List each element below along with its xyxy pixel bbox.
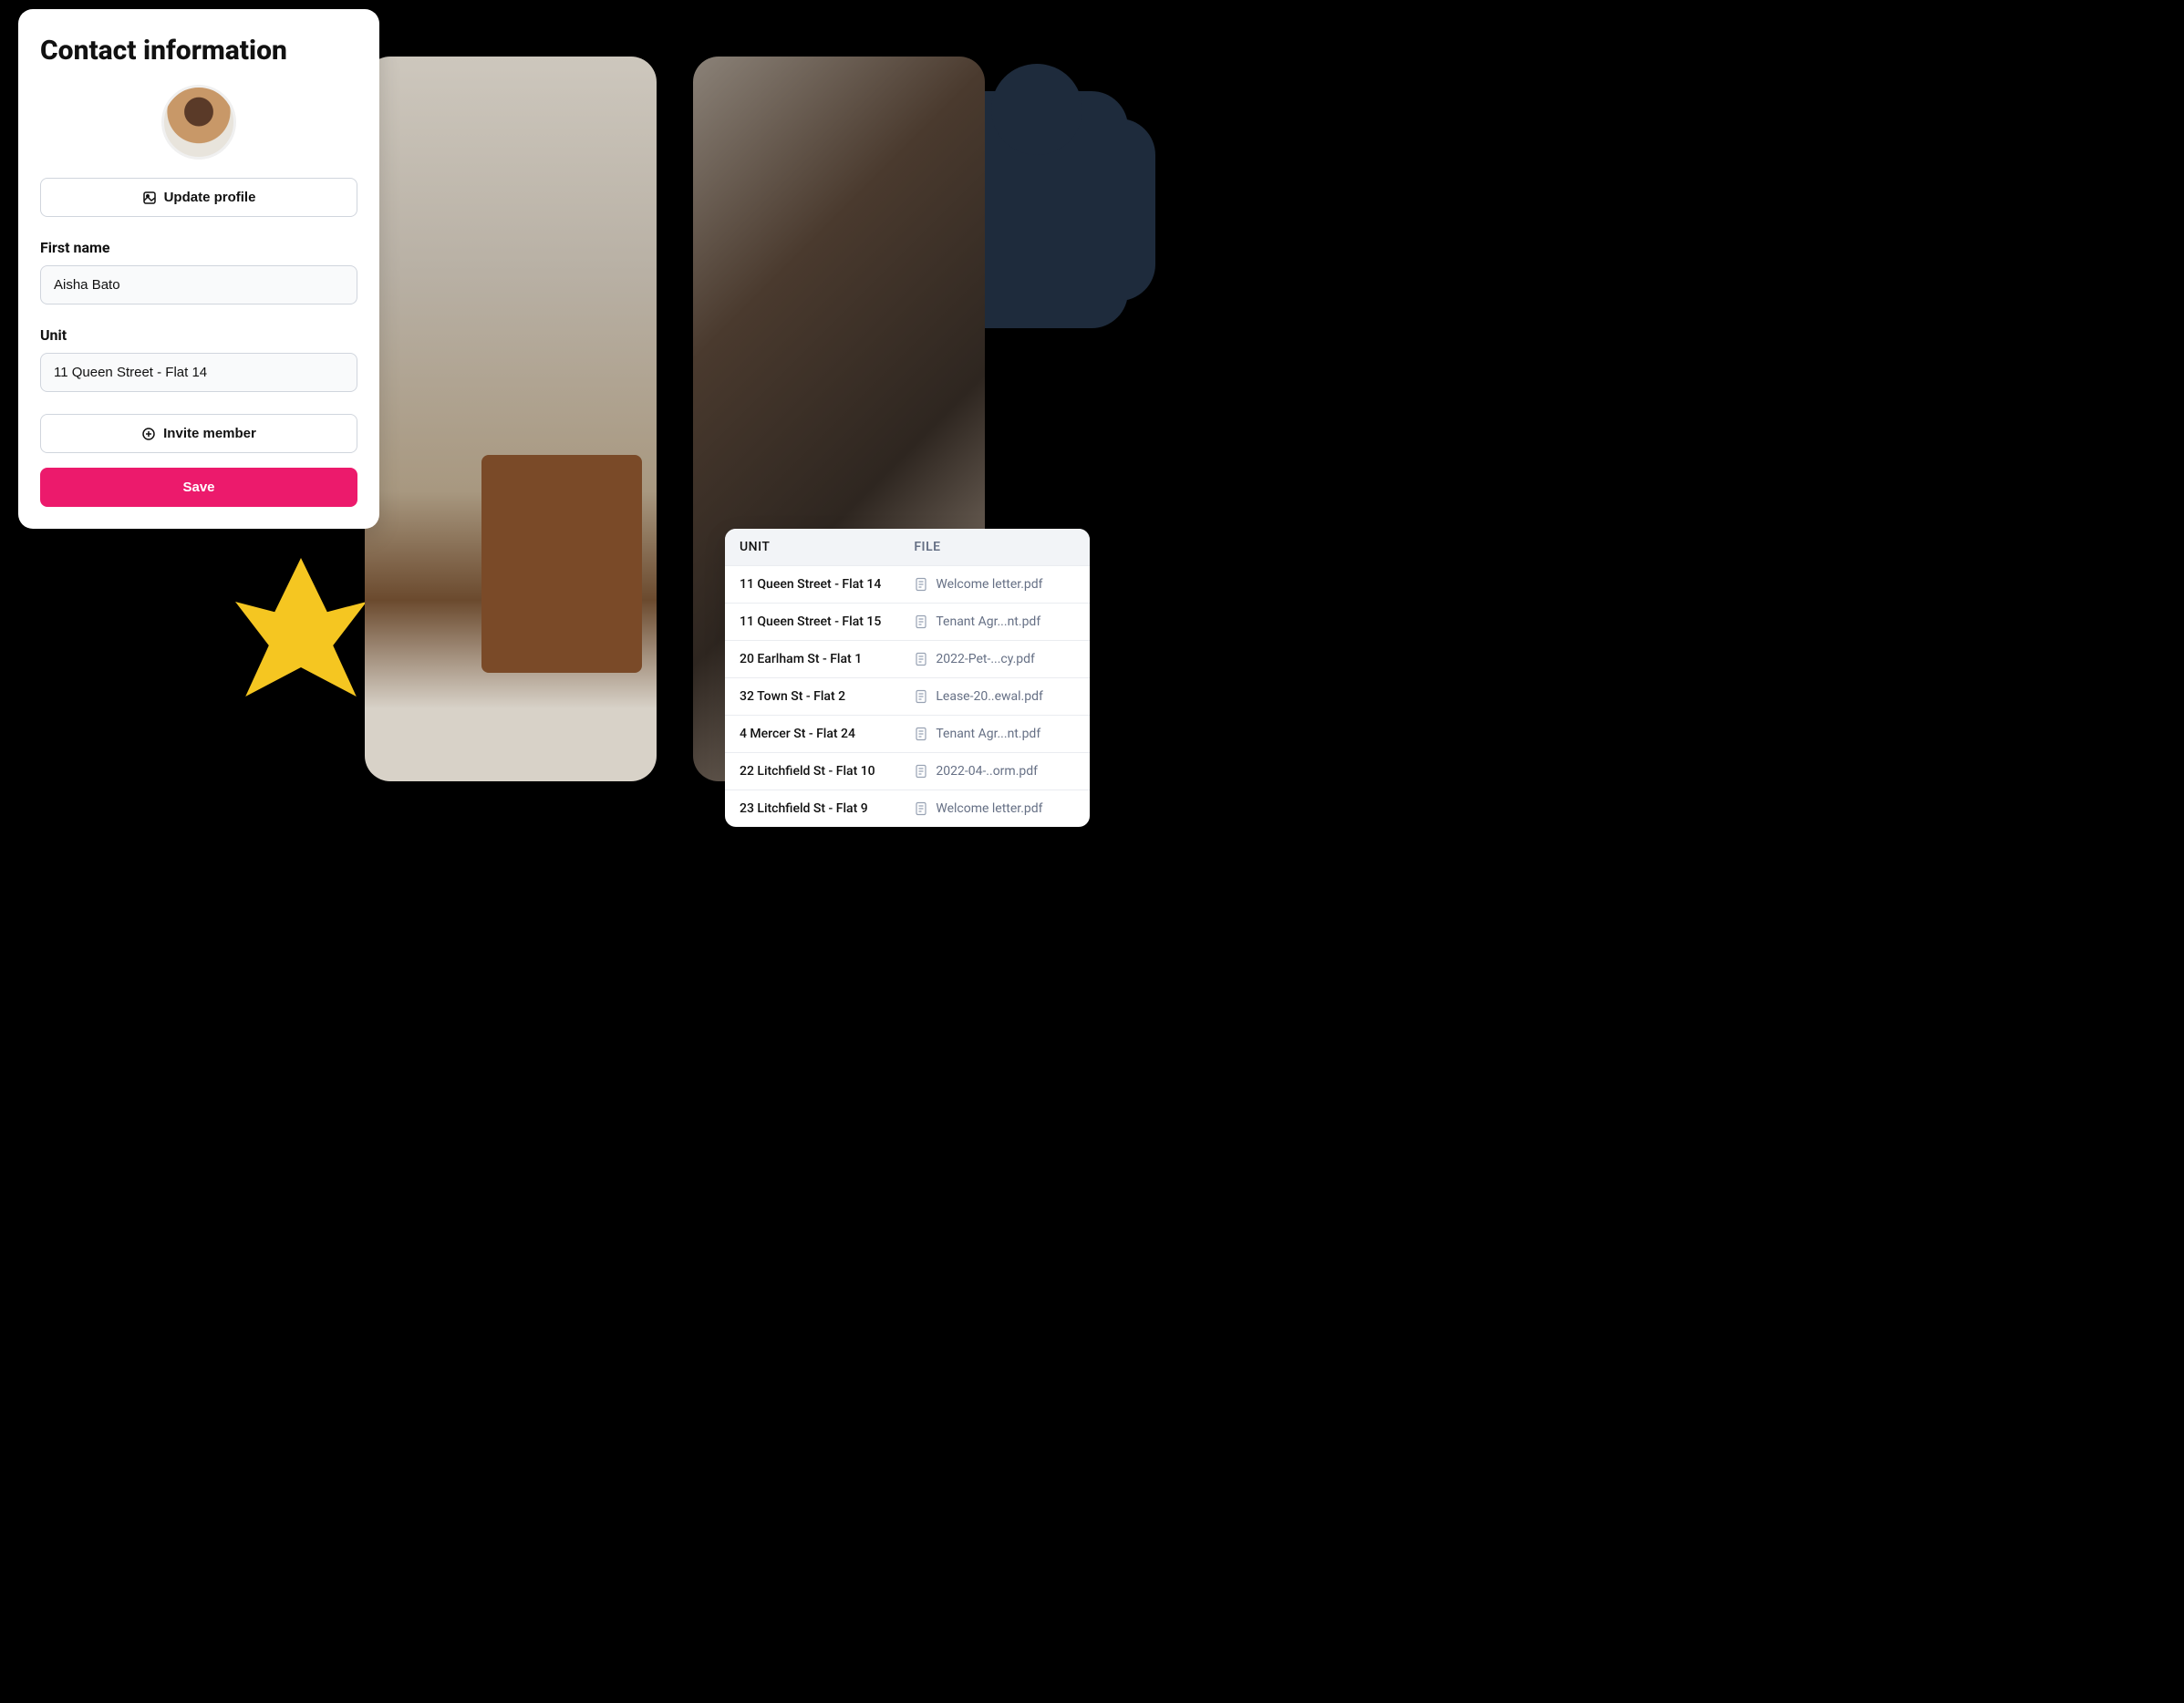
file-cell: Welcome letter.pdf: [914, 577, 1075, 592]
header-file: FILE: [914, 540, 1075, 554]
file-cell: Welcome letter.pdf: [914, 801, 1075, 816]
table-row[interactable]: 20 Earlham St - Flat 1 2022-Pet-...cy.pdf: [725, 640, 1090, 677]
file-name: Welcome letter.pdf: [936, 577, 1042, 592]
header-unit: UNIT: [740, 540, 914, 554]
contact-information-card: Contact information Update profile First…: [18, 9, 379, 529]
unit-cell: 22 Litchfield St - Flat 10: [740, 764, 914, 779]
file-name: Lease-20..ewal.pdf: [936, 689, 1043, 704]
file-name: Tenant Agr...nt.pdf: [936, 614, 1040, 629]
lifestyle-photo-1: [365, 57, 657, 781]
table-row[interactable]: 23 Litchfield St - Flat 9 Welcome letter.…: [725, 790, 1090, 827]
pdf-file-icon: [914, 689, 928, 704]
file-cell: Tenant Agr...nt.pdf: [914, 614, 1075, 629]
pdf-file-icon: [914, 577, 928, 592]
unit-cell: 11 Queen Street - Flat 15: [740, 614, 914, 629]
update-profile-button[interactable]: Update profile: [40, 178, 357, 217]
table-row[interactable]: 22 Litchfield St - Flat 10 2022-04-..orm.…: [725, 752, 1090, 790]
pdf-file-icon: [914, 727, 928, 741]
first-name-input[interactable]: [40, 265, 357, 304]
file-cell: Lease-20..ewal.pdf: [914, 689, 1075, 704]
file-name: 2022-04-..orm.pdf: [936, 764, 1038, 779]
unit-cell: 32 Town St - Flat 2: [740, 689, 914, 704]
decorative-star-shape: [228, 547, 374, 729]
unit-cell: 23 Litchfield St - Flat 9: [740, 801, 914, 816]
table-row[interactable]: 11 Queen Street - Flat 15 Tenant Agr...nt…: [725, 603, 1090, 640]
pdf-file-icon: [914, 801, 928, 816]
pdf-file-icon: [914, 614, 928, 629]
table-row[interactable]: 11 Queen Street - Flat 14 Welcome letter.…: [725, 565, 1090, 603]
save-label: Save: [182, 480, 214, 495]
invite-member-label: Invite member: [163, 426, 256, 441]
contact-title: Contact information: [40, 35, 357, 67]
files-table-header: UNIT FILE: [725, 529, 1090, 565]
first-name-label: First name: [40, 239, 357, 256]
unit-cell: 4 Mercer St - Flat 24: [740, 727, 914, 741]
image-icon: [142, 191, 157, 205]
pdf-file-icon: [914, 764, 928, 779]
files-table-card: UNIT FILE 11 Queen Street - Flat 14 Welco…: [725, 529, 1090, 827]
invite-member-button[interactable]: Invite member: [40, 414, 357, 453]
update-profile-label: Update profile: [164, 190, 256, 205]
table-row[interactable]: 32 Town St - Flat 2 Lease-20..ewal.pdf: [725, 677, 1090, 715]
file-cell: Tenant Agr...nt.pdf: [914, 727, 1075, 741]
table-row[interactable]: 4 Mercer St - Flat 24 Tenant Agr...nt.pdf: [725, 715, 1090, 752]
file-name: Welcome letter.pdf: [936, 801, 1042, 816]
save-button[interactable]: Save: [40, 468, 357, 507]
avatar: [161, 85, 236, 160]
pdf-file-icon: [914, 652, 928, 666]
file-name: Tenant Agr...nt.pdf: [936, 727, 1040, 741]
unit-label: Unit: [40, 326, 357, 344]
plus-circle-icon: [141, 427, 156, 441]
file-cell: 2022-04-..orm.pdf: [914, 764, 1075, 779]
unit-cell: 11 Queen Street - Flat 14: [740, 577, 914, 592]
unit-input[interactable]: [40, 353, 357, 392]
file-cell: 2022-Pet-...cy.pdf: [914, 652, 1075, 666]
file-name: 2022-Pet-...cy.pdf: [936, 652, 1035, 666]
unit-cell: 20 Earlham St - Flat 1: [740, 652, 914, 666]
